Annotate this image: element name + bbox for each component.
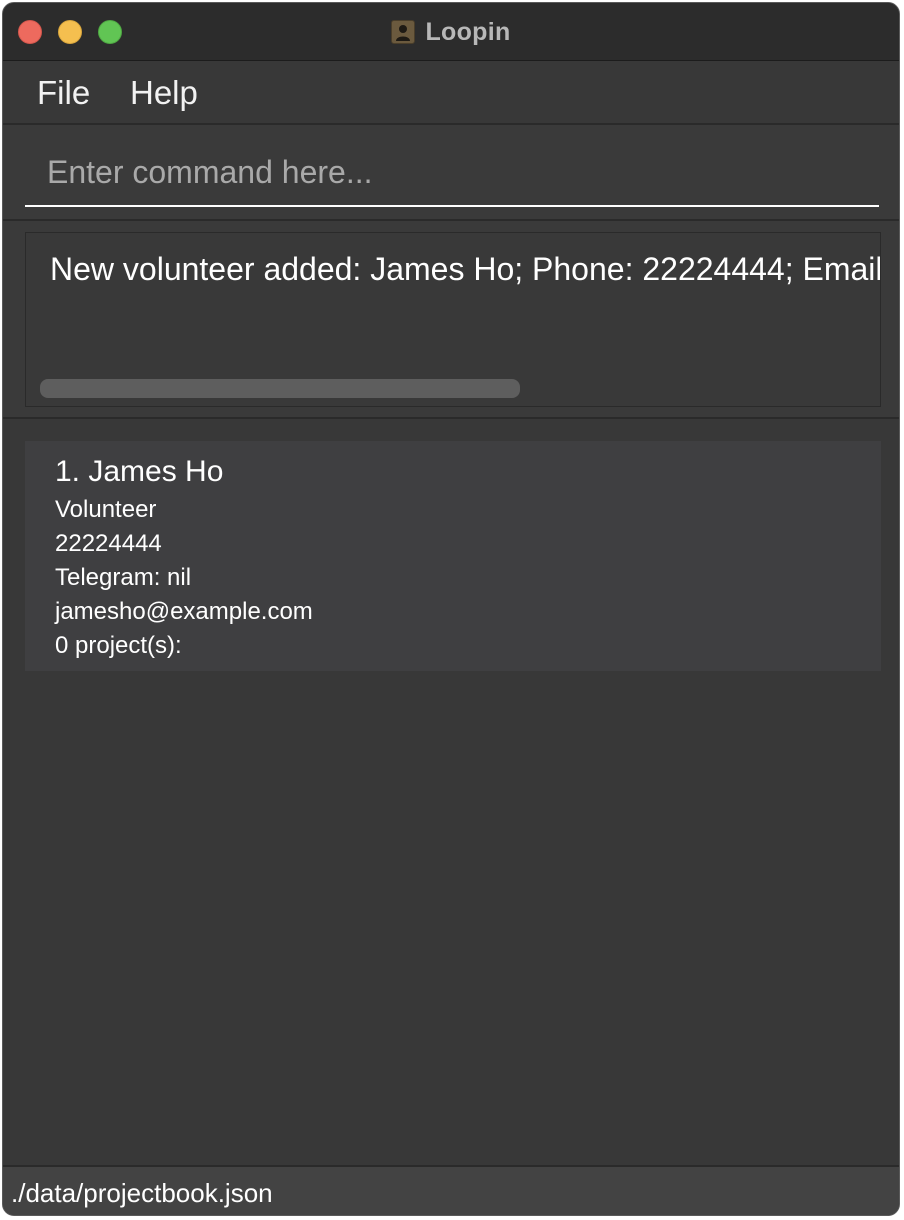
title-bar[interactable]: Loopin bbox=[3, 3, 899, 61]
person-phone: 22224444 bbox=[55, 530, 162, 557]
person-projects: 0 project(s): bbox=[55, 632, 182, 659]
menu-bar: File Help bbox=[3, 61, 899, 125]
person-email: jamesho@example.com bbox=[55, 598, 313, 625]
result-horizontal-scrollbar[interactable] bbox=[40, 379, 520, 398]
contacts-book-icon bbox=[391, 20, 416, 44]
window-title: Loopin bbox=[425, 17, 511, 46]
person-name: 1. James Ho bbox=[55, 455, 224, 488]
status-bar: ./data/projectbook.json bbox=[3, 1165, 899, 1215]
command-box bbox=[3, 125, 899, 221]
menu-help[interactable]: Help bbox=[130, 73, 198, 113]
window-title-group: Loopin bbox=[3, 3, 899, 61]
person-card[interactable]: 1. James Ho Volunteer 22224444 Telegram:… bbox=[25, 441, 881, 671]
person-list[interactable]: 1. James Ho Volunteer 22224444 Telegram:… bbox=[3, 419, 899, 1167]
person-telegram: Telegram: nil bbox=[55, 564, 192, 591]
result-message: New volunteer added: James Ho; Phone: 22… bbox=[50, 251, 880, 287]
command-input[interactable] bbox=[25, 139, 879, 207]
result-display[interactable]: New volunteer added: James Ho; Phone: 22… bbox=[25, 232, 881, 407]
app-window: Loopin File Help New volunteer added: Ja… bbox=[2, 2, 900, 1216]
menu-file[interactable]: File bbox=[37, 73, 90, 113]
save-file-path: ./data/projectbook.json bbox=[11, 1178, 273, 1208]
person-role: Volunteer bbox=[55, 496, 157, 523]
